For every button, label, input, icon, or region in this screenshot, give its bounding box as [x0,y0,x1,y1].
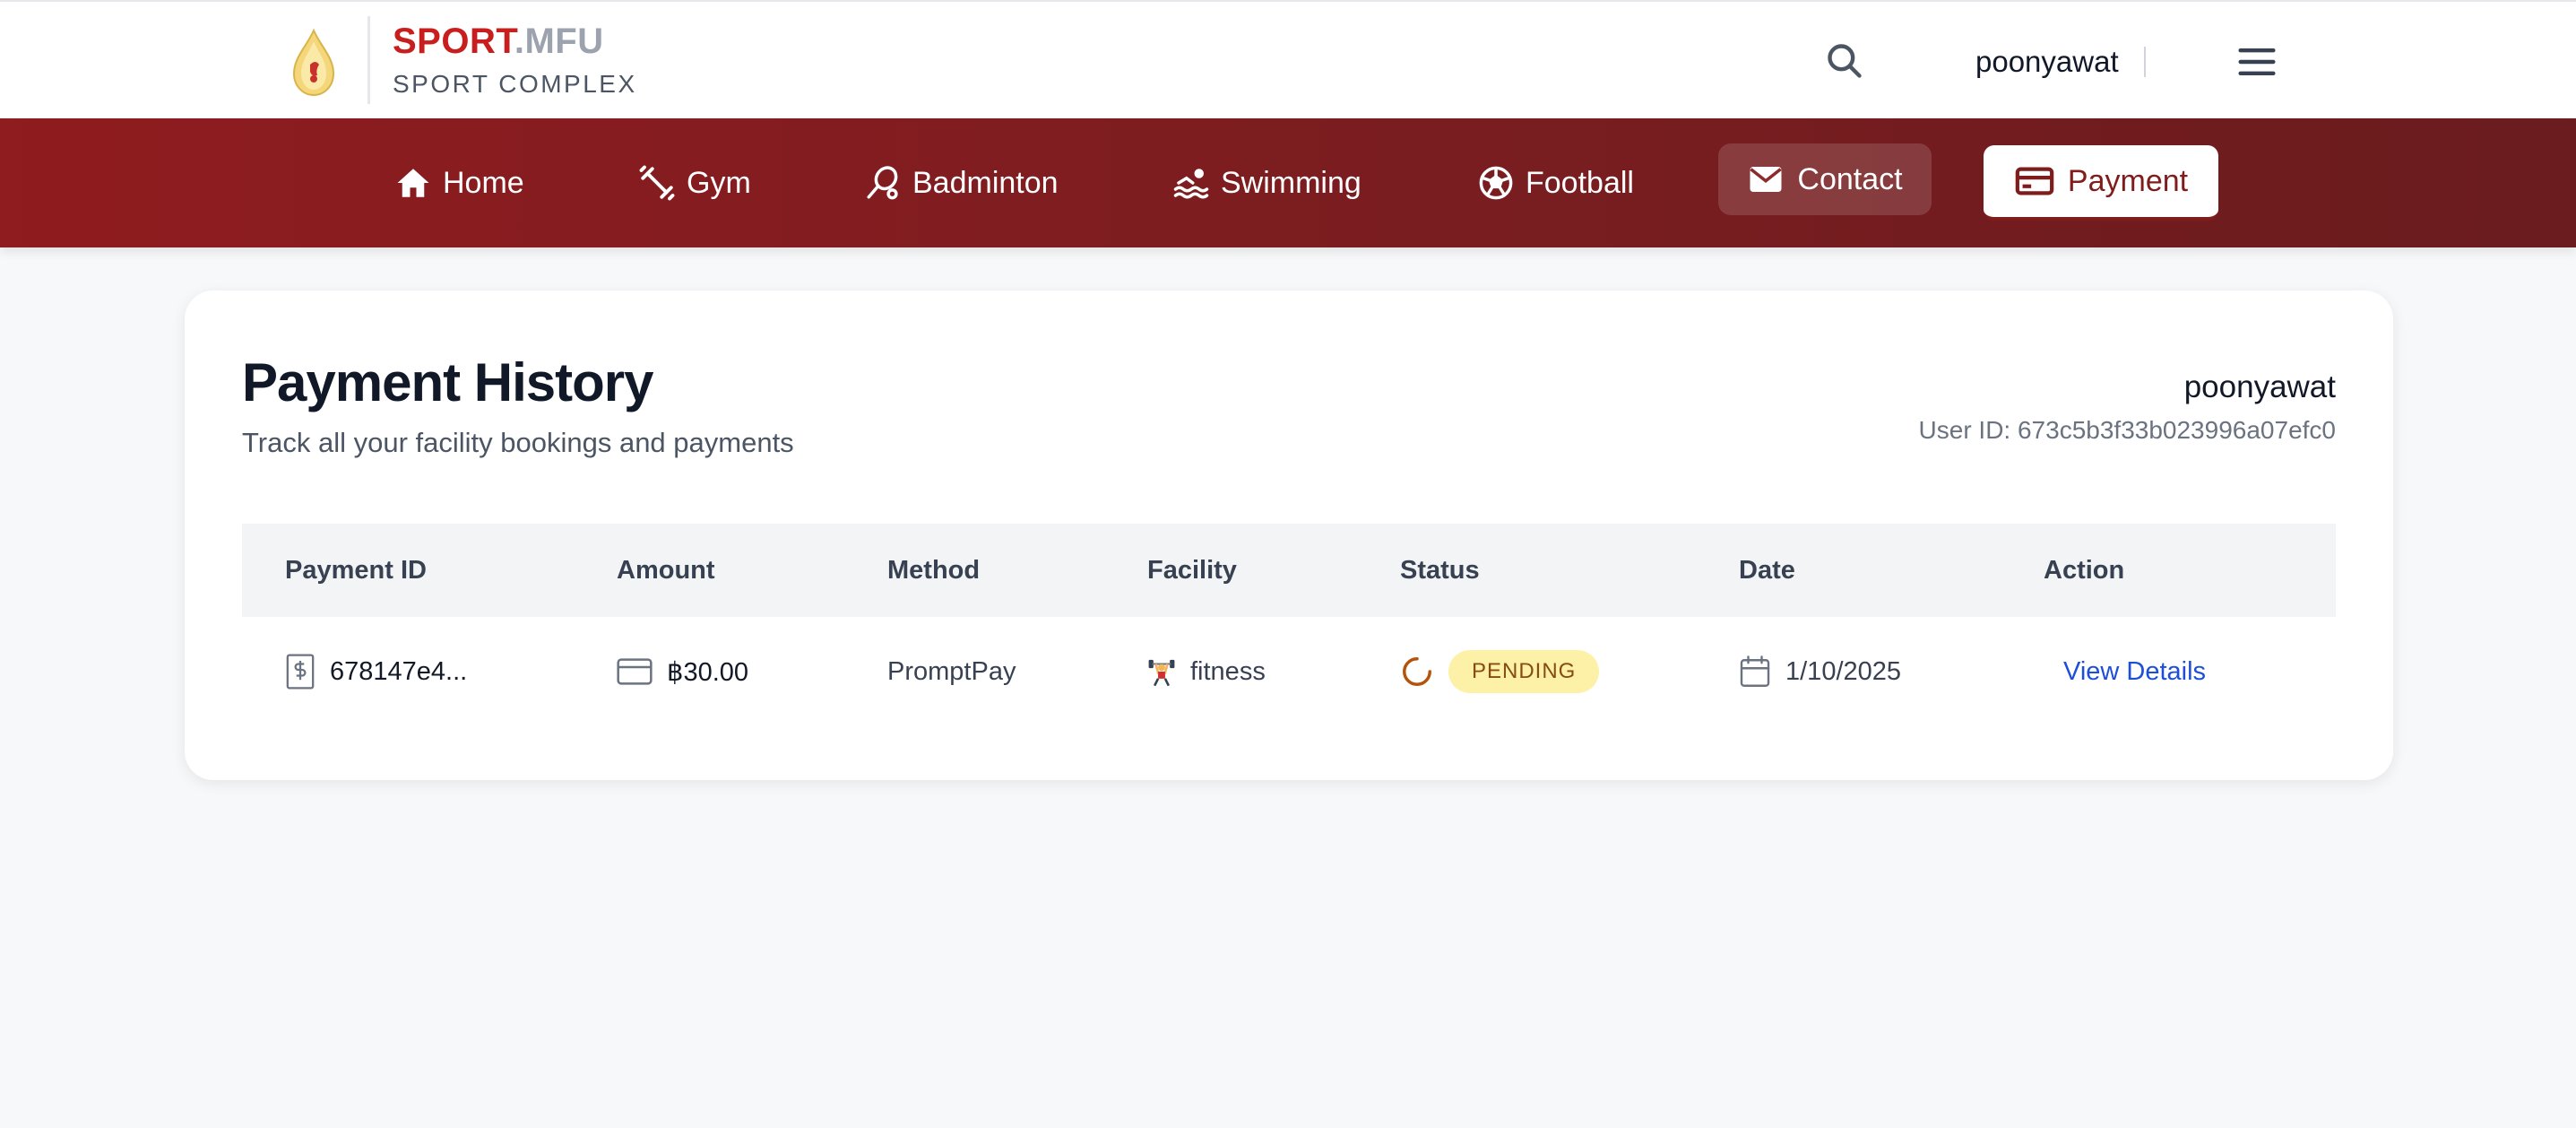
cell-amount: ฿30.00 [617,617,748,726]
page-title: Payment History [242,352,653,412]
nav-payment[interactable]: Payment [1984,145,2218,221]
nav-payment-label: Payment [2067,163,2189,198]
nav-football-label: Football [1526,165,1634,200]
mail-icon [1750,167,1783,192]
table-row: 678147e4... ฿30.00 PromptPay fitness PEN… [242,617,2336,726]
card-icon [617,658,653,685]
nav-contact[interactable]: Contact [1718,143,1932,215]
nav-gym-label: Gym [687,165,751,200]
col-header-method: Method [887,555,981,585]
method-text: PromptPay [887,656,1016,686]
col-header-payment-id: Payment ID [285,555,427,585]
cell-action: View Details [2063,617,2206,726]
receipt-dollar-icon [286,654,315,690]
cell-payment-id: 678147e4... [285,617,467,726]
card-user-id: User ID: 673c5b3f33b023996a07efc0 [1918,416,2336,444]
nav-badminton[interactable]: Badminton [864,118,1059,247]
cell-status: PENDING [1400,617,1600,726]
brand-secondary: .MFU [514,22,604,61]
card-username: poonyawat [2183,369,2336,404]
view-details-link[interactable]: View Details [2063,657,2206,687]
payment-history-card: Payment History Track all your facility … [185,291,2393,780]
nav-swimming-label: Swimming [1221,165,1361,200]
payment-table: Payment ID Amount Method Facility Status… [242,524,2336,726]
calendar-icon [1740,655,1770,687]
header-username[interactable]: poonyawat [1975,45,2119,79]
col-header-date: Date [1739,555,1795,585]
top-header: SPORT.MFU SPORT COMPLEX poonyawat [0,0,2576,118]
nav-contact-label: Contact [1797,161,1903,196]
nav-badminton-label: Badminton [912,165,1059,200]
credit-card-icon [2015,167,2054,195]
table-header-row: Payment ID Amount Method Facility Status… [242,524,2336,617]
payment-id-text: 678147e4... [330,656,468,686]
col-header-amount: Amount [617,555,715,585]
home-icon [397,169,429,197]
header-separator [2144,47,2146,77]
loading-spinner-icon [1403,657,1431,686]
nav-swimming[interactable]: Swimming [1172,118,1361,247]
col-header-facility: Facility [1147,555,1237,585]
badminton-racket-icon [867,166,898,200]
col-header-status: Status [1400,555,1480,585]
page-subtitle: Track all your facility bookings and pay… [242,427,794,458]
cell-method: PromptPay [887,617,1016,726]
weightlifter-icon [1148,659,1175,687]
facility-text: fitness [1190,656,1266,686]
football-icon [1479,166,1513,200]
brand-title[interactable]: SPORT.MFU [393,22,604,62]
nav-home-label: Home [443,165,524,200]
cell-facility: fitness [1147,617,1266,726]
main-nav: Home Gym Badminton Swimming Football Con… [0,118,2576,247]
cell-date: 1/10/2025 [1739,617,1901,726]
brand-subtitle: SPORT COMPLEX [393,70,637,98]
hamburger-menu-icon[interactable] [2237,45,2277,79]
brand-primary: SPORT [393,22,514,61]
nav-football[interactable]: Football [1477,118,1634,247]
amount-text: ฿30.00 [667,657,749,687]
search-icon[interactable] [1825,41,1864,81]
date-text: 1/10/2025 [1785,656,1902,686]
logo-divider [367,16,370,104]
nav-gym[interactable]: Gym [638,118,751,247]
col-header-action: Action [2044,555,2125,585]
status-badge: PENDING [1448,650,1600,693]
dumbbell-icon [639,165,675,201]
nav-home[interactable]: Home [394,118,524,247]
swimmer-icon [1173,169,1209,199]
mfu-emblem-logo[interactable] [289,29,339,97]
